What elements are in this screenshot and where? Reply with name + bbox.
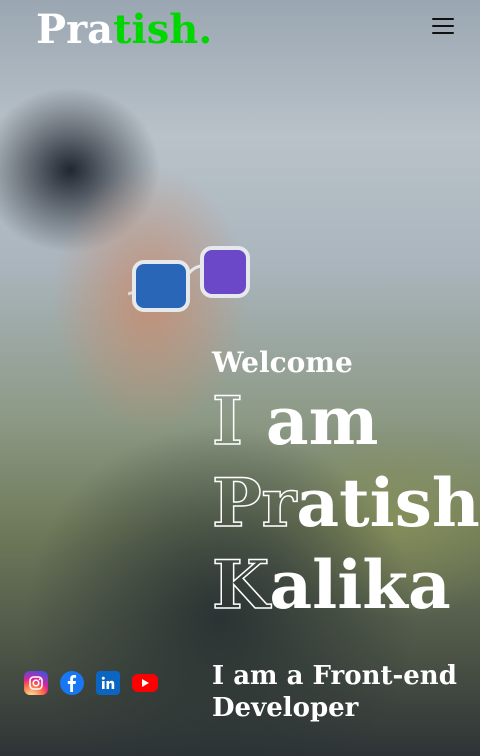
hero-line-last-name: Kalika: [211, 545, 451, 625]
role-text: I am a Front-end Developer: [212, 661, 457, 723]
facebook-icon[interactable]: [60, 671, 84, 695]
sunglasses-decoration: [128, 246, 250, 312]
linkedin-icon[interactable]: [96, 671, 120, 695]
youtube-icon[interactable]: [132, 674, 158, 692]
social-links: [24, 671, 158, 695]
site-logo[interactable]: Pratish.: [36, 6, 212, 53]
hero-line-i-am: I am: [211, 381, 379, 461]
site-header: Pratish.: [0, 0, 480, 56]
hero-text: Welcome I am Pratish Kalika: [211, 346, 480, 626]
hero-line-first-name: Pratish: [211, 463, 480, 543]
welcome-text: Welcome: [212, 346, 353, 379]
hamburger-menu-icon[interactable]: [432, 18, 454, 38]
instagram-icon[interactable]: [24, 671, 48, 695]
